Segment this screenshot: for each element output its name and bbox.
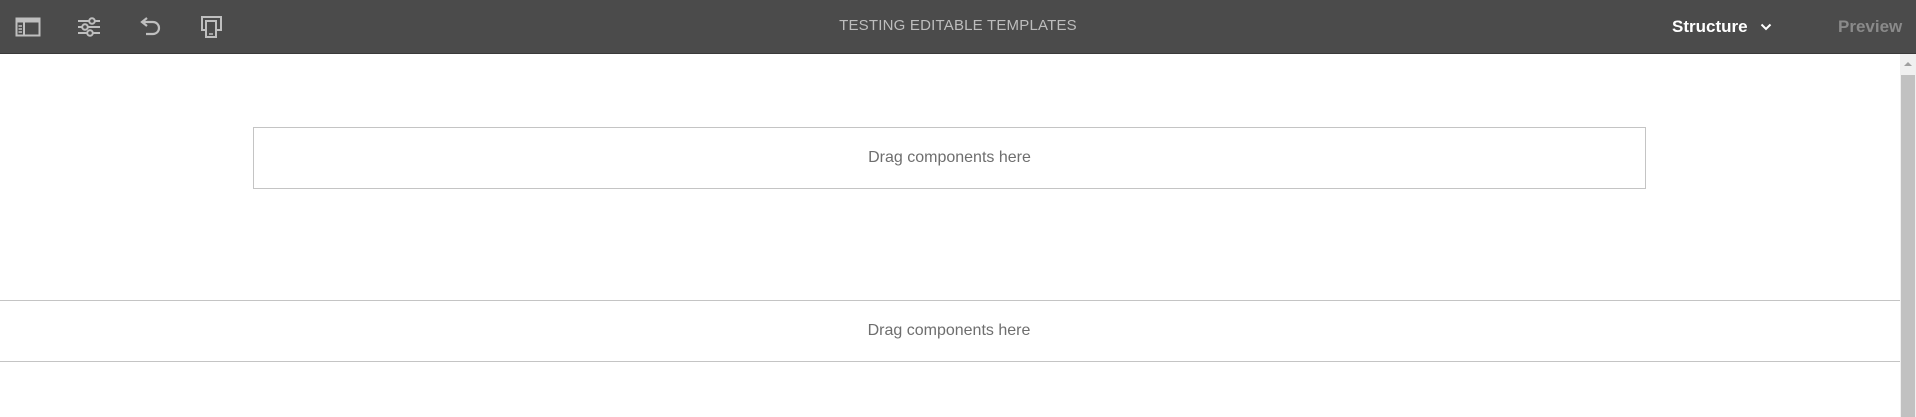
undo-button[interactable]	[133, 10, 167, 44]
mode-selector-label: Structure	[1672, 17, 1748, 36]
arrow-up-icon	[1904, 54, 1912, 72]
dropzone-placeholder[interactable]: Drag components here	[253, 127, 1646, 189]
dropzone-label: Drag components here	[867, 322, 1031, 339]
dropzone-label: Drag components here	[868, 149, 1031, 166]
page-title: TESTING EDITABLE TEMPLATES	[839, 17, 1077, 34]
editor-canvas: Drag components here Drag components her…	[0, 54, 1900, 417]
preview-button[interactable]: Preview	[1838, 17, 1902, 37]
editor-toolbar: TESTING EDITABLE TEMPLATES Structure Pre…	[0, 0, 1916, 54]
page-properties-button[interactable]	[72, 10, 106, 44]
dropzone-placeholder[interactable]: Drag components here	[0, 300, 1900, 362]
chevron-down-icon	[1760, 23, 1772, 31]
side-panel-icon	[15, 17, 41, 37]
scroll-up-button[interactable]	[1900, 54, 1916, 72]
emulator-icon	[199, 15, 223, 39]
page-properties-icon	[77, 17, 101, 37]
undo-icon	[138, 17, 162, 37]
scrollbar-thumb[interactable]	[1901, 75, 1915, 417]
vertical-scrollbar[interactable]	[1900, 54, 1916, 417]
mode-selector[interactable]: Structure	[1672, 14, 1772, 40]
toggle-side-panel-button[interactable]	[11, 10, 45, 44]
emulator-button[interactable]	[194, 10, 228, 44]
